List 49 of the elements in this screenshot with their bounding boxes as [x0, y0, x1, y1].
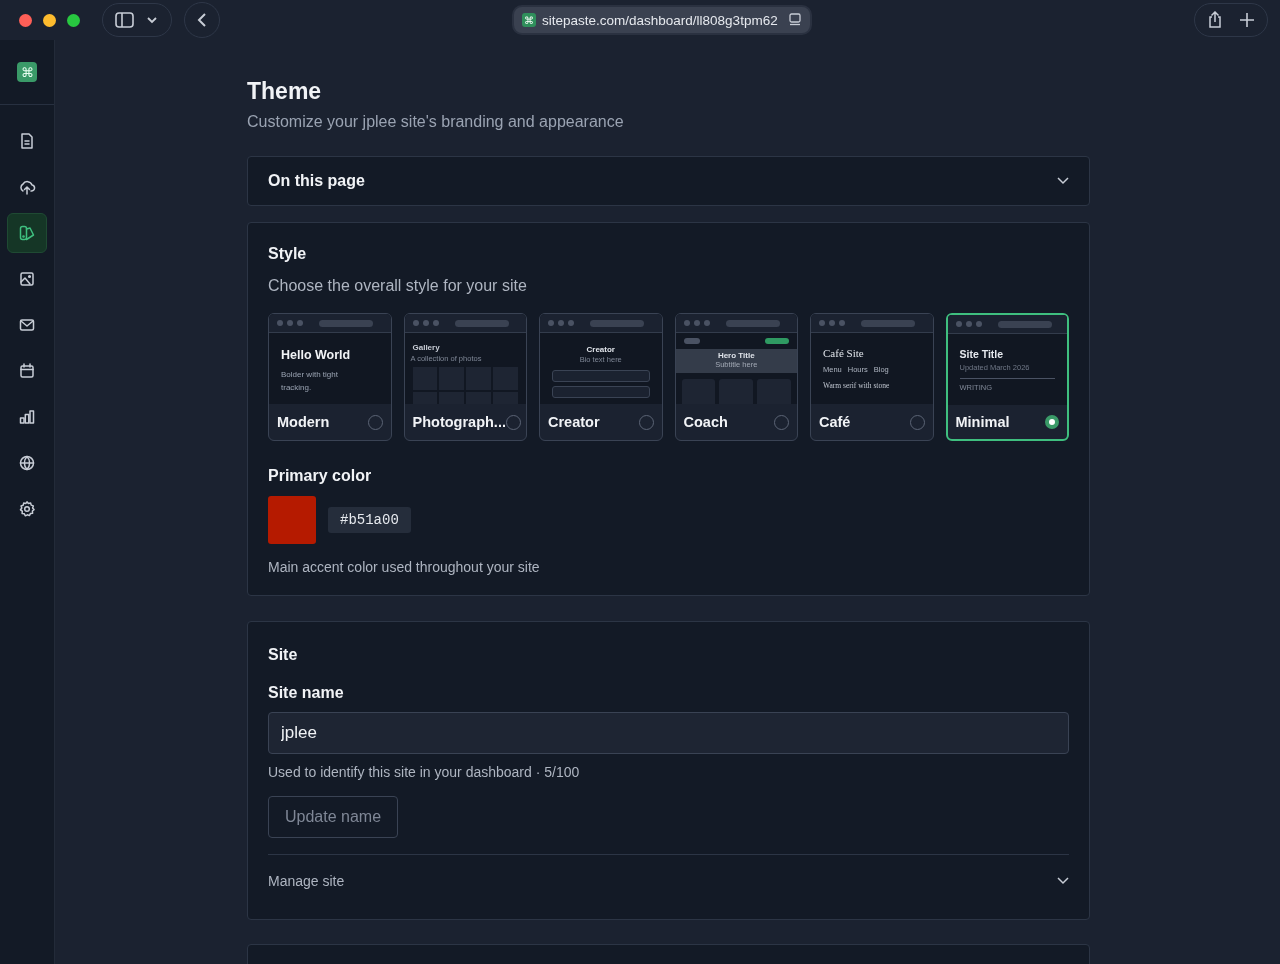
settings-icon	[18, 500, 36, 518]
close-window-icon[interactable]	[19, 13, 32, 27]
sidebar-toggle-button[interactable]	[102, 3, 172, 37]
radio-icon	[1045, 415, 1059, 429]
back-button[interactable]	[184, 2, 220, 38]
preview-title: Café Site	[822, 346, 865, 359]
field-label: Site name	[268, 684, 345, 702]
reader-icon[interactable]	[788, 13, 802, 27]
sidebar-item[interactable]	[7, 213, 47, 253]
globe-icon	[18, 454, 36, 472]
new-tab-icon[interactable]	[1239, 12, 1255, 28]
color-swatch[interactable]	[268, 496, 316, 544]
section-title: Site	[268, 646, 299, 664]
section-title: Style	[268, 245, 308, 263]
minimize-window-icon[interactable]	[43, 13, 56, 27]
cloud-upload-icon	[18, 178, 36, 196]
calendar-icon	[18, 362, 36, 380]
update-name-button[interactable]: Update name	[268, 796, 399, 838]
back-icon	[196, 12, 208, 28]
site-name-field[interactable]: jplee	[268, 712, 1069, 754]
on-this-page-dropdown[interactable]: On this page	[247, 156, 1090, 206]
document-icon	[18, 132, 36, 150]
help-text: Main accent color used throughout your site	[268, 559, 541, 575]
style-option[interactable]: Hello World Bolder with tight tracking. Modern	[268, 313, 392, 441]
image-icon	[18, 270, 36, 288]
preview-title: Gallery	[411, 342, 441, 352]
preview-title: Site Title	[958, 347, 1005, 360]
url-text: sitepaste.com/dashboard/ll808g3tpm62	[542, 12, 779, 28]
sidebar-icon	[115, 12, 159, 28]
preview-title: Hero Title	[716, 350, 756, 360]
share-icon[interactable]	[1207, 11, 1223, 29]
help-text: Used to identify this site in your dashboard · 5/100	[268, 764, 581, 780]
page-title: Theme	[247, 78, 323, 105]
page-subtitle: Customize your jplee site's branding and appearance	[247, 113, 625, 131]
preview-title: Hello World	[280, 347, 352, 362]
color-hex-value[interactable]: #b51a00	[328, 507, 411, 533]
preview-subtitle: Bolder with tight tracking.	[280, 369, 339, 394]
bar-chart-icon	[18, 408, 36, 426]
mail-icon	[18, 316, 36, 334]
preview-logo-pill	[683, 338, 700, 344]
manage-site-dropdown[interactable]: Manage site	[268, 855, 1069, 907]
section-description: Choose the overall style for your site	[268, 277, 528, 295]
palette-icon	[18, 224, 36, 242]
preview-title: Creator	[585, 344, 616, 354]
maximize-window-icon[interactable]	[67, 13, 80, 27]
site-favicon: ⌘	[522, 13, 536, 27]
address-bar[interactable]: ⌘ sitepaste.com/dashboard/ll808g3tpm62	[512, 5, 812, 35]
preview-cta-pill	[765, 338, 789, 344]
field-label: Primary color	[268, 467, 373, 485]
